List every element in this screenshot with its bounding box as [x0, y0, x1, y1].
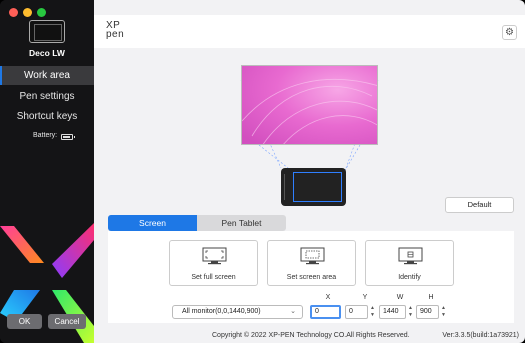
sidebar-item-work-area[interactable]: Work area — [0, 66, 94, 85]
set-screen-area-label: Set screen area — [286, 274, 337, 281]
set-full-screen-label: Set full screen — [191, 274, 236, 281]
h-stepper[interactable]: ▲ ▼ — [440, 305, 447, 319]
cancel-button[interactable]: Cancel — [48, 314, 86, 329]
identify-icon — [398, 247, 423, 265]
default-button[interactable]: Default — [445, 197, 514, 213]
set-full-screen-button[interactable]: Set full screen — [169, 240, 258, 286]
logo-line2: pen — [106, 29, 125, 40]
sidebar: Deco LW Work area Pen settings Shortcut … — [0, 0, 94, 343]
y-stepper[interactable]: ▲ ▼ — [369, 305, 376, 319]
tablet-express-keys — [284, 174, 289, 200]
ok-button[interactable]: OK — [7, 314, 42, 329]
mapping-tabs: Screen Pen Tablet — [108, 215, 286, 231]
tablet-device-icon — [29, 20, 65, 43]
sidebar-item-shortcut-keys[interactable]: Shortcut keys — [0, 107, 94, 126]
minimize-window-button[interactable] — [23, 8, 32, 17]
screen-preview — [241, 65, 378, 145]
close-window-button[interactable] — [9, 8, 18, 17]
header-bar: XP pen ⚙ — [94, 15, 525, 48]
identify-label: Identify — [398, 274, 421, 281]
set-screen-area-button[interactable]: Set screen area — [267, 240, 356, 286]
full-screen-icon — [202, 247, 227, 265]
h-label: H — [428, 294, 434, 301]
device-name: Deco LW — [29, 48, 65, 58]
y-input[interactable]: 0 — [345, 305, 368, 319]
battery-icon — [61, 134, 75, 140]
sidebar-item-pen-settings[interactable]: Pen settings — [0, 87, 94, 106]
screen-settings-panel: Set full screen Set screen area Identify… — [108, 231, 514, 323]
identify-button[interactable]: Identify — [365, 240, 454, 286]
screen-wallpaper-image — [242, 66, 377, 144]
app-window: Deco LW Work area Pen settings Shortcut … — [0, 0, 525, 343]
tab-pen-tablet[interactable]: Pen Tablet — [197, 215, 286, 231]
h-input[interactable]: 900 — [416, 305, 439, 319]
chevron-down-icon: ⌄ — [290, 308, 296, 315]
copyright-text: Copyright © 2022 XP-PEN Technology CO.Al… — [212, 332, 410, 339]
x-label: X — [325, 294, 331, 301]
version-text: Ver:3.3.5(build:1a73921) — [442, 332, 519, 339]
gear-icon: ⚙ — [505, 27, 514, 38]
x-input[interactable]: 0 — [310, 305, 341, 319]
settings-button[interactable]: ⚙ — [502, 25, 517, 40]
main-content: XP pen ⚙ Default Screen Pen Tablet Set f… — [94, 0, 525, 343]
monitor-select-value: All monitor(0,0,1440,900) — [182, 308, 261, 315]
battery-label: Battery: — [33, 132, 58, 139]
w-input[interactable]: 1440 — [379, 305, 406, 319]
xp-pen-logo: XP pen — [106, 21, 125, 40]
tablet-active-area[interactable] — [293, 172, 342, 202]
w-label: W — [396, 294, 404, 301]
w-stepper[interactable]: ▲ ▼ — [407, 305, 414, 319]
tablet-preview — [281, 168, 346, 206]
monitor-select[interactable]: All monitor(0,0,1440,900) ⌄ — [172, 305, 303, 319]
tab-screen[interactable]: Screen — [108, 215, 197, 231]
screen-area-icon — [300, 247, 325, 265]
maximize-window-button[interactable] — [37, 8, 46, 17]
y-label: Y — [362, 294, 368, 301]
